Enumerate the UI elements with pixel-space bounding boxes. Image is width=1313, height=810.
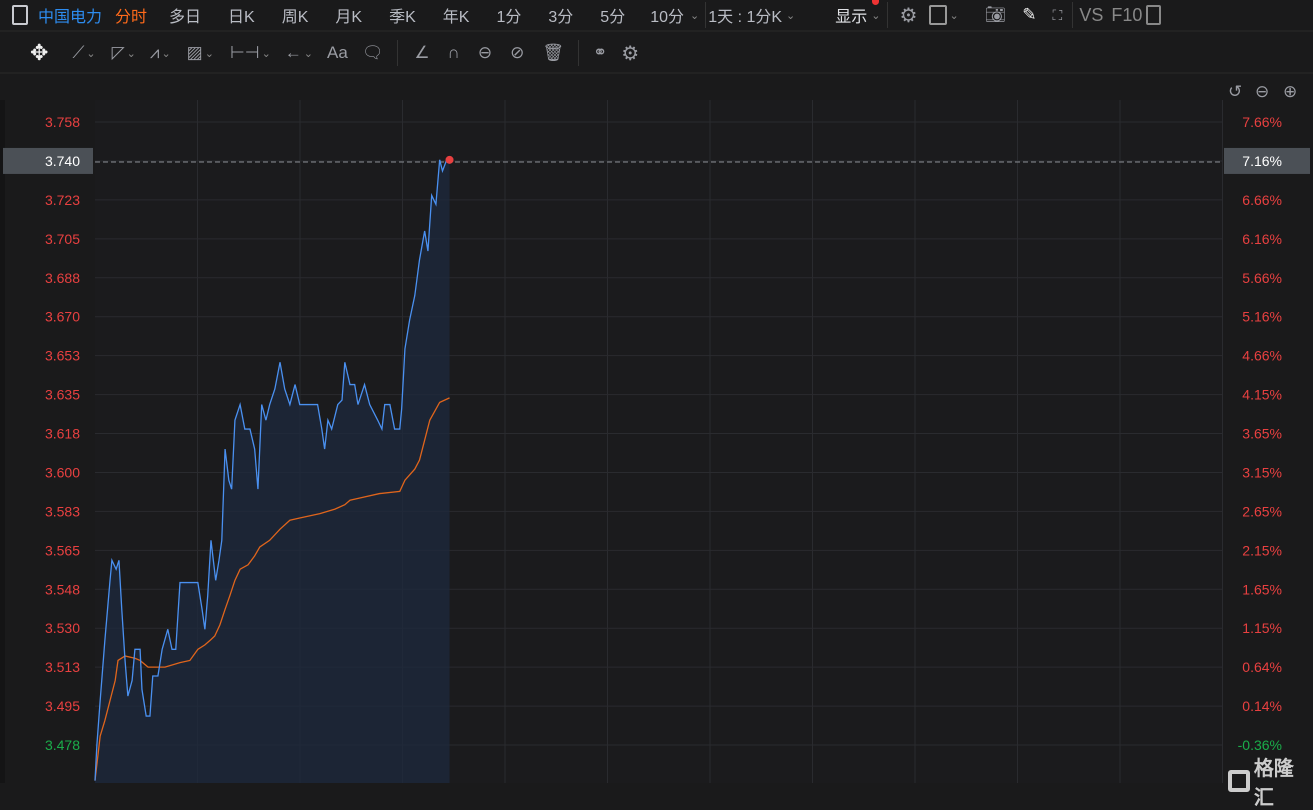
chevron-down-icon[interactable]: ⌄	[127, 47, 136, 60]
range-selector[interactable]: 1天 : 1分K	[708, 3, 782, 27]
tab-multi-day[interactable]: 多日	[169, 3, 201, 27]
lock-drawing-icon[interactable]: ⊖	[478, 43, 492, 63]
price-tick-label: 3.670	[45, 309, 80, 325]
pct-tick-label: 1.65%	[1242, 581, 1282, 597]
tab-monthly-k[interactable]: 月K	[335, 3, 362, 27]
pct-tick-label: 5.16%	[1242, 309, 1282, 325]
vs-compare-button[interactable]: VS	[1079, 5, 1103, 26]
angle-icon[interactable]: ∠	[414, 43, 429, 63]
camera-icon[interactable]: 📷︎	[985, 5, 1007, 25]
settings-gear-icon[interactable]: ⚙	[900, 3, 918, 28]
tab-3min[interactable]: 3分	[548, 3, 573, 27]
compare-icon[interactable]: ⚭	[593, 43, 607, 63]
intraday-chart[interactable]: 3.758 7.66% 3.740 7.16% 3.723 6.66% 3.705 6.16%…	[0, 76, 1313, 783]
price-tick-label: 3.688	[45, 270, 80, 286]
price-tick-label: 3.513	[45, 659, 80, 675]
pct-tick-label: 4.66%	[1242, 348, 1282, 364]
price-tick-label: 3.565	[45, 542, 80, 558]
price-tick-label: 3.635	[45, 387, 80, 403]
pct-tick-label: -0.36%	[1238, 737, 1282, 753]
panel-toggle-icon[interactable]	[1146, 5, 1162, 25]
logo-watermark: 格隆汇	[1228, 752, 1313, 810]
settings-gear-icon[interactable]: ⚙	[621, 41, 639, 66]
tab-yearly-k[interactable]: 年K	[443, 3, 470, 27]
logo-text: 格隆汇	[1253, 758, 1294, 809]
more-periods-chevron-icon[interactable]: ⌄	[690, 9, 699, 22]
drawing-toolbar: ✥ ⟋ ⌄ ◸ ⌄ ⩘ ⌄ ▨ ⌄ ⊢⊣ ⌄ ← ⌄ Aa 🗨︎ ∠ ∩ ⊖ ⊘ 🗑︎ ⚭ …	[0, 34, 1313, 74]
f10-button[interactable]: F10	[1111, 5, 1142, 26]
comment-icon[interactable]: 🗨︎	[362, 43, 384, 63]
line-tool-icon[interactable]: ⟋	[72, 43, 84, 63]
pencil-icon[interactable]: ✎	[1022, 5, 1036, 25]
divider	[577, 40, 579, 66]
pct-tick-label: 6.66%	[1242, 192, 1282, 208]
notification-dot	[872, 0, 879, 5]
price-tick-label: 3.723	[45, 192, 80, 208]
period-toolbar: 中国电力 分时 多日 日K 周K 月K 季K 年K 1分 3分 5分 10分 ⌄…	[0, 0, 1313, 32]
left-edge	[0, 100, 5, 783]
display-chevron-icon[interactable]: ⌄	[871, 9, 880, 22]
sidebar-toggle-icon[interactable]	[12, 5, 28, 25]
pct-tick-label: 7.16%	[1242, 153, 1282, 169]
price-tick-label: 3.548	[45, 581, 80, 597]
divider	[397, 40, 399, 66]
move-icon[interactable]: ✥	[30, 40, 48, 66]
measure-tool-icon[interactable]: ⊢⊣	[230, 43, 260, 63]
divider	[1072, 2, 1074, 28]
pct-tick-label: 0.64%	[1242, 659, 1282, 675]
price-tick-label: 3.600	[45, 464, 80, 480]
chevron-down-icon[interactable]: ⌄	[262, 47, 271, 60]
pct-tick-label: 7.66%	[1242, 114, 1282, 130]
display-menu[interactable]: 显示	[835, 3, 867, 27]
fullscreen-icon[interactable]: ⛶	[1053, 7, 1063, 24]
range-chevron-icon[interactable]: ⌄	[786, 9, 795, 22]
tab-quarterly-k[interactable]: 季K	[389, 3, 416, 27]
price-tick-label: 3.740	[45, 153, 80, 169]
pct-tick-label: 4.15%	[1242, 387, 1282, 403]
price-tick-label: 3.478	[45, 737, 80, 753]
tab-intraday[interactable]: 分时	[115, 3, 147, 27]
divider	[705, 2, 707, 28]
price-tick-label: 3.583	[45, 503, 80, 519]
pct-tick-label: 0.14%	[1242, 698, 1282, 714]
last-price-dot	[445, 155, 454, 164]
text-tool[interactable]: Aa	[327, 43, 348, 63]
stock-name[interactable]: 中国电力	[38, 3, 102, 27]
tab-10min[interactable]: 10分	[650, 3, 684, 27]
price-tick-label: 3.530	[45, 620, 80, 636]
logo-icon	[1228, 770, 1250, 792]
trash-icon[interactable]: 🗑︎	[542, 43, 564, 63]
magnet-icon[interactable]: ∩	[448, 43, 460, 63]
chevron-down-icon[interactable]: ⌄	[205, 47, 214, 60]
fib-tool-icon[interactable]: ▨	[187, 43, 203, 63]
tab-5min[interactable]: 5分	[600, 3, 625, 27]
layout-icon[interactable]	[929, 5, 948, 25]
tab-1min[interactable]: 1分	[496, 3, 521, 27]
wave-tool-icon[interactable]: ⩘	[150, 43, 160, 63]
divider	[886, 2, 888, 28]
pct-tick-label: 2.65%	[1242, 503, 1282, 519]
pct-tick-label: 2.15%	[1242, 542, 1282, 558]
price-tick-label: 3.705	[45, 231, 80, 247]
price-tick-label: 3.758	[45, 114, 80, 130]
shape-tool-icon[interactable]: ◸	[112, 43, 125, 63]
pct-tick-label: 1.15%	[1242, 620, 1282, 636]
tab-daily-k[interactable]: 日K	[228, 3, 255, 27]
chevron-down-icon[interactable]: ⌄	[86, 47, 95, 60]
hide-drawings-icon[interactable]: ⊘	[510, 43, 524, 63]
price-tick-label: 3.653	[45, 348, 80, 364]
pct-tick-label: 5.66%	[1242, 270, 1282, 286]
price-tick-label: 3.618	[45, 426, 80, 442]
pct-tick-label: 3.15%	[1242, 464, 1282, 480]
arrow-tool-icon[interactable]: ←	[285, 43, 302, 63]
chevron-down-icon[interactable]: ⌄	[161, 47, 170, 60]
layout-chevron-icon[interactable]: ⌄	[949, 9, 958, 22]
tab-weekly-k[interactable]: 周K	[282, 3, 309, 27]
pct-tick-label: 3.65%	[1242, 426, 1282, 442]
pct-tick-label: 6.16%	[1242, 231, 1282, 247]
price-tick-label: 3.495	[45, 698, 80, 714]
chevron-down-icon[interactable]: ⌄	[304, 47, 313, 60]
